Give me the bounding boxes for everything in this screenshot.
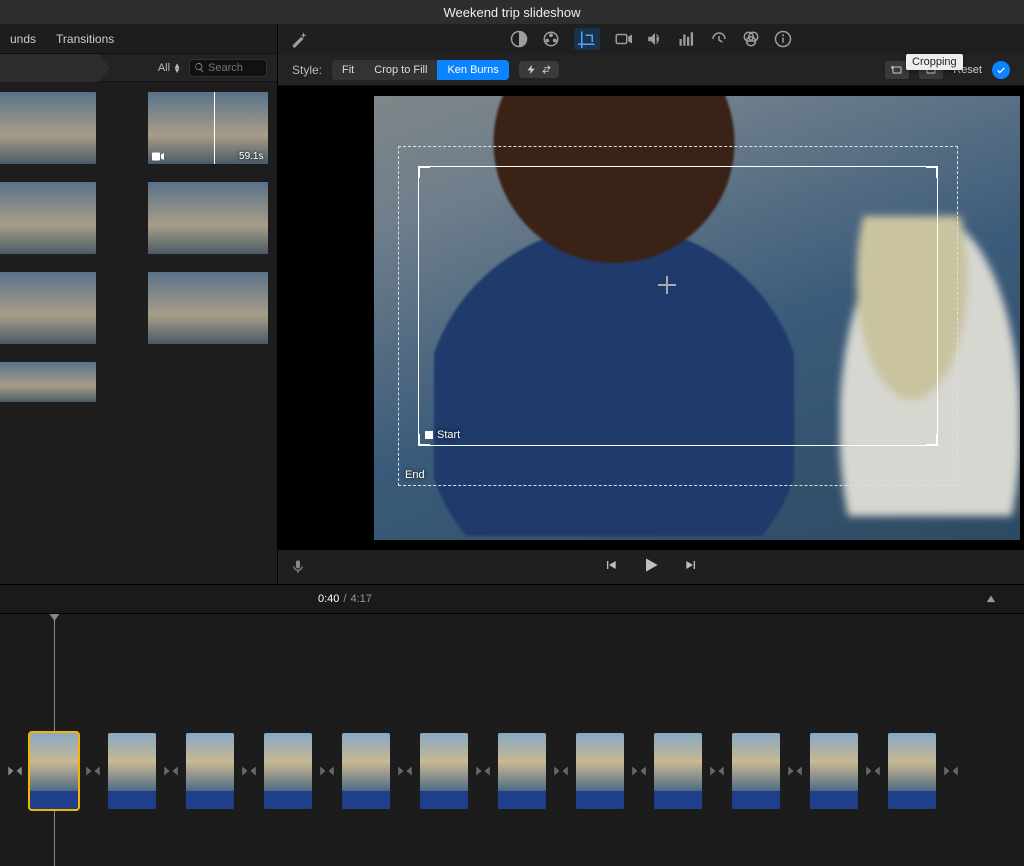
library-clip[interactable]: 59.1s <box>148 92 268 164</box>
style-label: Style: <box>292 63 322 77</box>
timeline-clip[interactable] <box>30 733 78 809</box>
timeline-clip[interactable] <box>264 733 312 809</box>
skip-next-icon <box>683 557 699 573</box>
transport-bar <box>278 550 1024 584</box>
library-clip[interactable] <box>148 182 268 254</box>
viewer-toolbar: Cropping <box>278 24 1024 54</box>
style-ken-burns[interactable]: Ken Burns <box>437 60 508 80</box>
transition-icon[interactable] <box>550 751 572 791</box>
bolt-icon <box>526 64 537 75</box>
timeline-clip[interactable] <box>576 733 624 809</box>
timeline-clip[interactable] <box>810 733 858 809</box>
microphone-icon[interactable] <box>290 559 306 575</box>
info-icon[interactable] <box>774 30 792 48</box>
color-balance-icon[interactable] <box>510 30 528 48</box>
time-separator: / <box>343 593 346 605</box>
transition-icon[interactable] <box>4 751 26 791</box>
transition-icon[interactable] <box>784 751 806 791</box>
crosshair-icon <box>658 276 676 294</box>
preview-viewer[interactable]: End Start <box>278 86 1024 550</box>
library-clip[interactable] <box>0 362 96 402</box>
transition-icon[interactable] <box>82 751 104 791</box>
library-pane: unds Transitions All ▲▼ <box>0 24 278 584</box>
library-search[interactable] <box>189 59 267 77</box>
transition-icon[interactable] <box>160 751 182 791</box>
magic-wand-icon[interactable] <box>290 30 308 48</box>
apply-button[interactable] <box>992 61 1010 79</box>
transition-icon[interactable] <box>394 751 416 791</box>
style-fit[interactable]: Fit <box>332 60 364 80</box>
title-bar: Weekend trip slideshow <box>0 0 1024 24</box>
project-title: Weekend trip slideshow <box>443 5 580 20</box>
color-wheel-icon[interactable] <box>542 30 560 48</box>
swap-start-end[interactable] <box>519 61 559 78</box>
timeline[interactable] <box>0 614 1024 866</box>
clip-duration: 59.1s <box>239 151 263 162</box>
transition-icon[interactable] <box>316 751 338 791</box>
search-input[interactable] <box>208 62 262 74</box>
crop-tool-button[interactable] <box>574 28 600 50</box>
transition-icon[interactable] <box>940 751 962 791</box>
timecode-ruler[interactable]: 0:40 / 4:17 <box>0 584 1024 614</box>
library-grid: 59.1s <box>0 82 277 584</box>
library-filter-bar: All ▲▼ <box>0 54 277 82</box>
transition-icon[interactable] <box>706 751 728 791</box>
timeline-clip[interactable] <box>420 733 468 809</box>
play-button[interactable] <box>641 555 661 580</box>
volume-icon[interactable] <box>646 30 664 48</box>
camera-icon <box>152 152 164 161</box>
kenburns-start-label: Start <box>425 429 460 441</box>
swap-icon <box>541 64 552 75</box>
stabilize-icon[interactable] <box>614 30 632 48</box>
library-tabs: unds Transitions <box>0 24 277 54</box>
crop-tooltip: Cropping <box>906 54 963 70</box>
current-time: 0:40 <box>318 593 339 605</box>
viewer-pane: Cropping Style: Fit Crop to Fill Ken Bur… <box>278 24 1024 584</box>
timeline-clip[interactable] <box>732 733 780 809</box>
equalizer-icon[interactable] <box>678 30 696 48</box>
transition-icon[interactable] <box>472 751 494 791</box>
zoom-marker-icon[interactable] <box>986 593 996 603</box>
library-clip[interactable] <box>0 92 96 164</box>
library-clip[interactable] <box>0 272 96 344</box>
drag-handle-icon[interactable] <box>926 166 938 178</box>
video-track <box>0 732 1024 810</box>
timeline-clip[interactable] <box>108 733 156 809</box>
filter-all-label: All <box>158 62 170 74</box>
rotate-ccw-icon <box>890 64 904 76</box>
drag-handle-icon[interactable] <box>926 434 938 446</box>
timeline-clip[interactable] <box>498 733 546 809</box>
filters-icon[interactable] <box>742 30 760 48</box>
style-crop-to-fill[interactable]: Crop to Fill <box>364 60 437 80</box>
crop-icon <box>578 30 596 48</box>
timeline-clip[interactable] <box>654 733 702 809</box>
speed-icon[interactable] <box>710 30 728 48</box>
transition-icon[interactable] <box>238 751 260 791</box>
tab-backgrounds[interactable]: unds <box>10 32 36 46</box>
play-icon <box>641 555 661 575</box>
drag-handle-icon[interactable] <box>418 166 430 178</box>
transition-icon[interactable] <box>628 751 650 791</box>
check-icon <box>996 65 1006 75</box>
timeline-clip[interactable] <box>888 733 936 809</box>
skip-prev-icon <box>603 557 619 573</box>
library-clip[interactable] <box>0 182 96 254</box>
next-button[interactable] <box>683 557 699 578</box>
kenburns-start-rect[interactable]: Start <box>418 166 938 446</box>
total-time: 4:17 <box>350 593 371 605</box>
timeline-clip[interactable] <box>342 733 390 809</box>
style-segmented: Fit Crop to Fill Ken Burns <box>332 60 509 80</box>
updown-icon: ▲▼ <box>173 63 181 73</box>
search-icon <box>194 62 205 73</box>
tab-transitions[interactable]: Transitions <box>56 32 114 46</box>
filter-all-dropdown[interactable]: All ▲▼ <box>158 62 181 74</box>
prev-button[interactable] <box>603 557 619 578</box>
library-path-tab[interactable] <box>0 54 110 82</box>
kenburns-end-label: End <box>405 469 425 481</box>
library-clip[interactable] <box>148 272 268 344</box>
timeline-clip[interactable] <box>186 733 234 809</box>
transition-icon[interactable] <box>862 751 884 791</box>
